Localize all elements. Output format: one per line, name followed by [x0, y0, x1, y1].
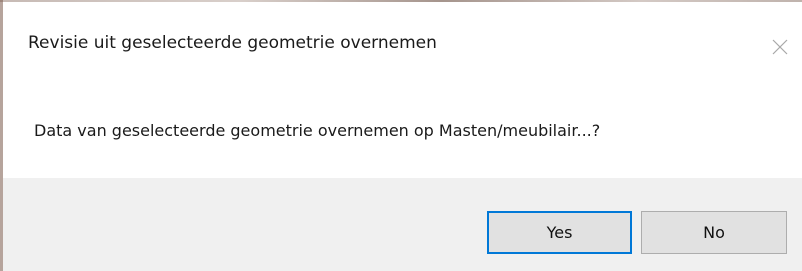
dialog-title: Revisie uit geselecteerde geometrie over… [28, 33, 437, 53]
yes-button[interactable]: Yes [487, 211, 632, 254]
close-icon [772, 39, 788, 55]
dialog-title-bar[interactable]: Revisie uit geselecteerde geometrie over… [3, 2, 802, 90]
dialog-button-bar: Yes No [3, 178, 802, 271]
message-dialog: Revisie uit geselecteerde geometrie over… [0, 0, 802, 271]
dialog-message: Data van geselecteerde geometrie overnem… [34, 121, 601, 140]
close-button[interactable] [758, 27, 802, 67]
no-button[interactable]: No [641, 211, 787, 254]
